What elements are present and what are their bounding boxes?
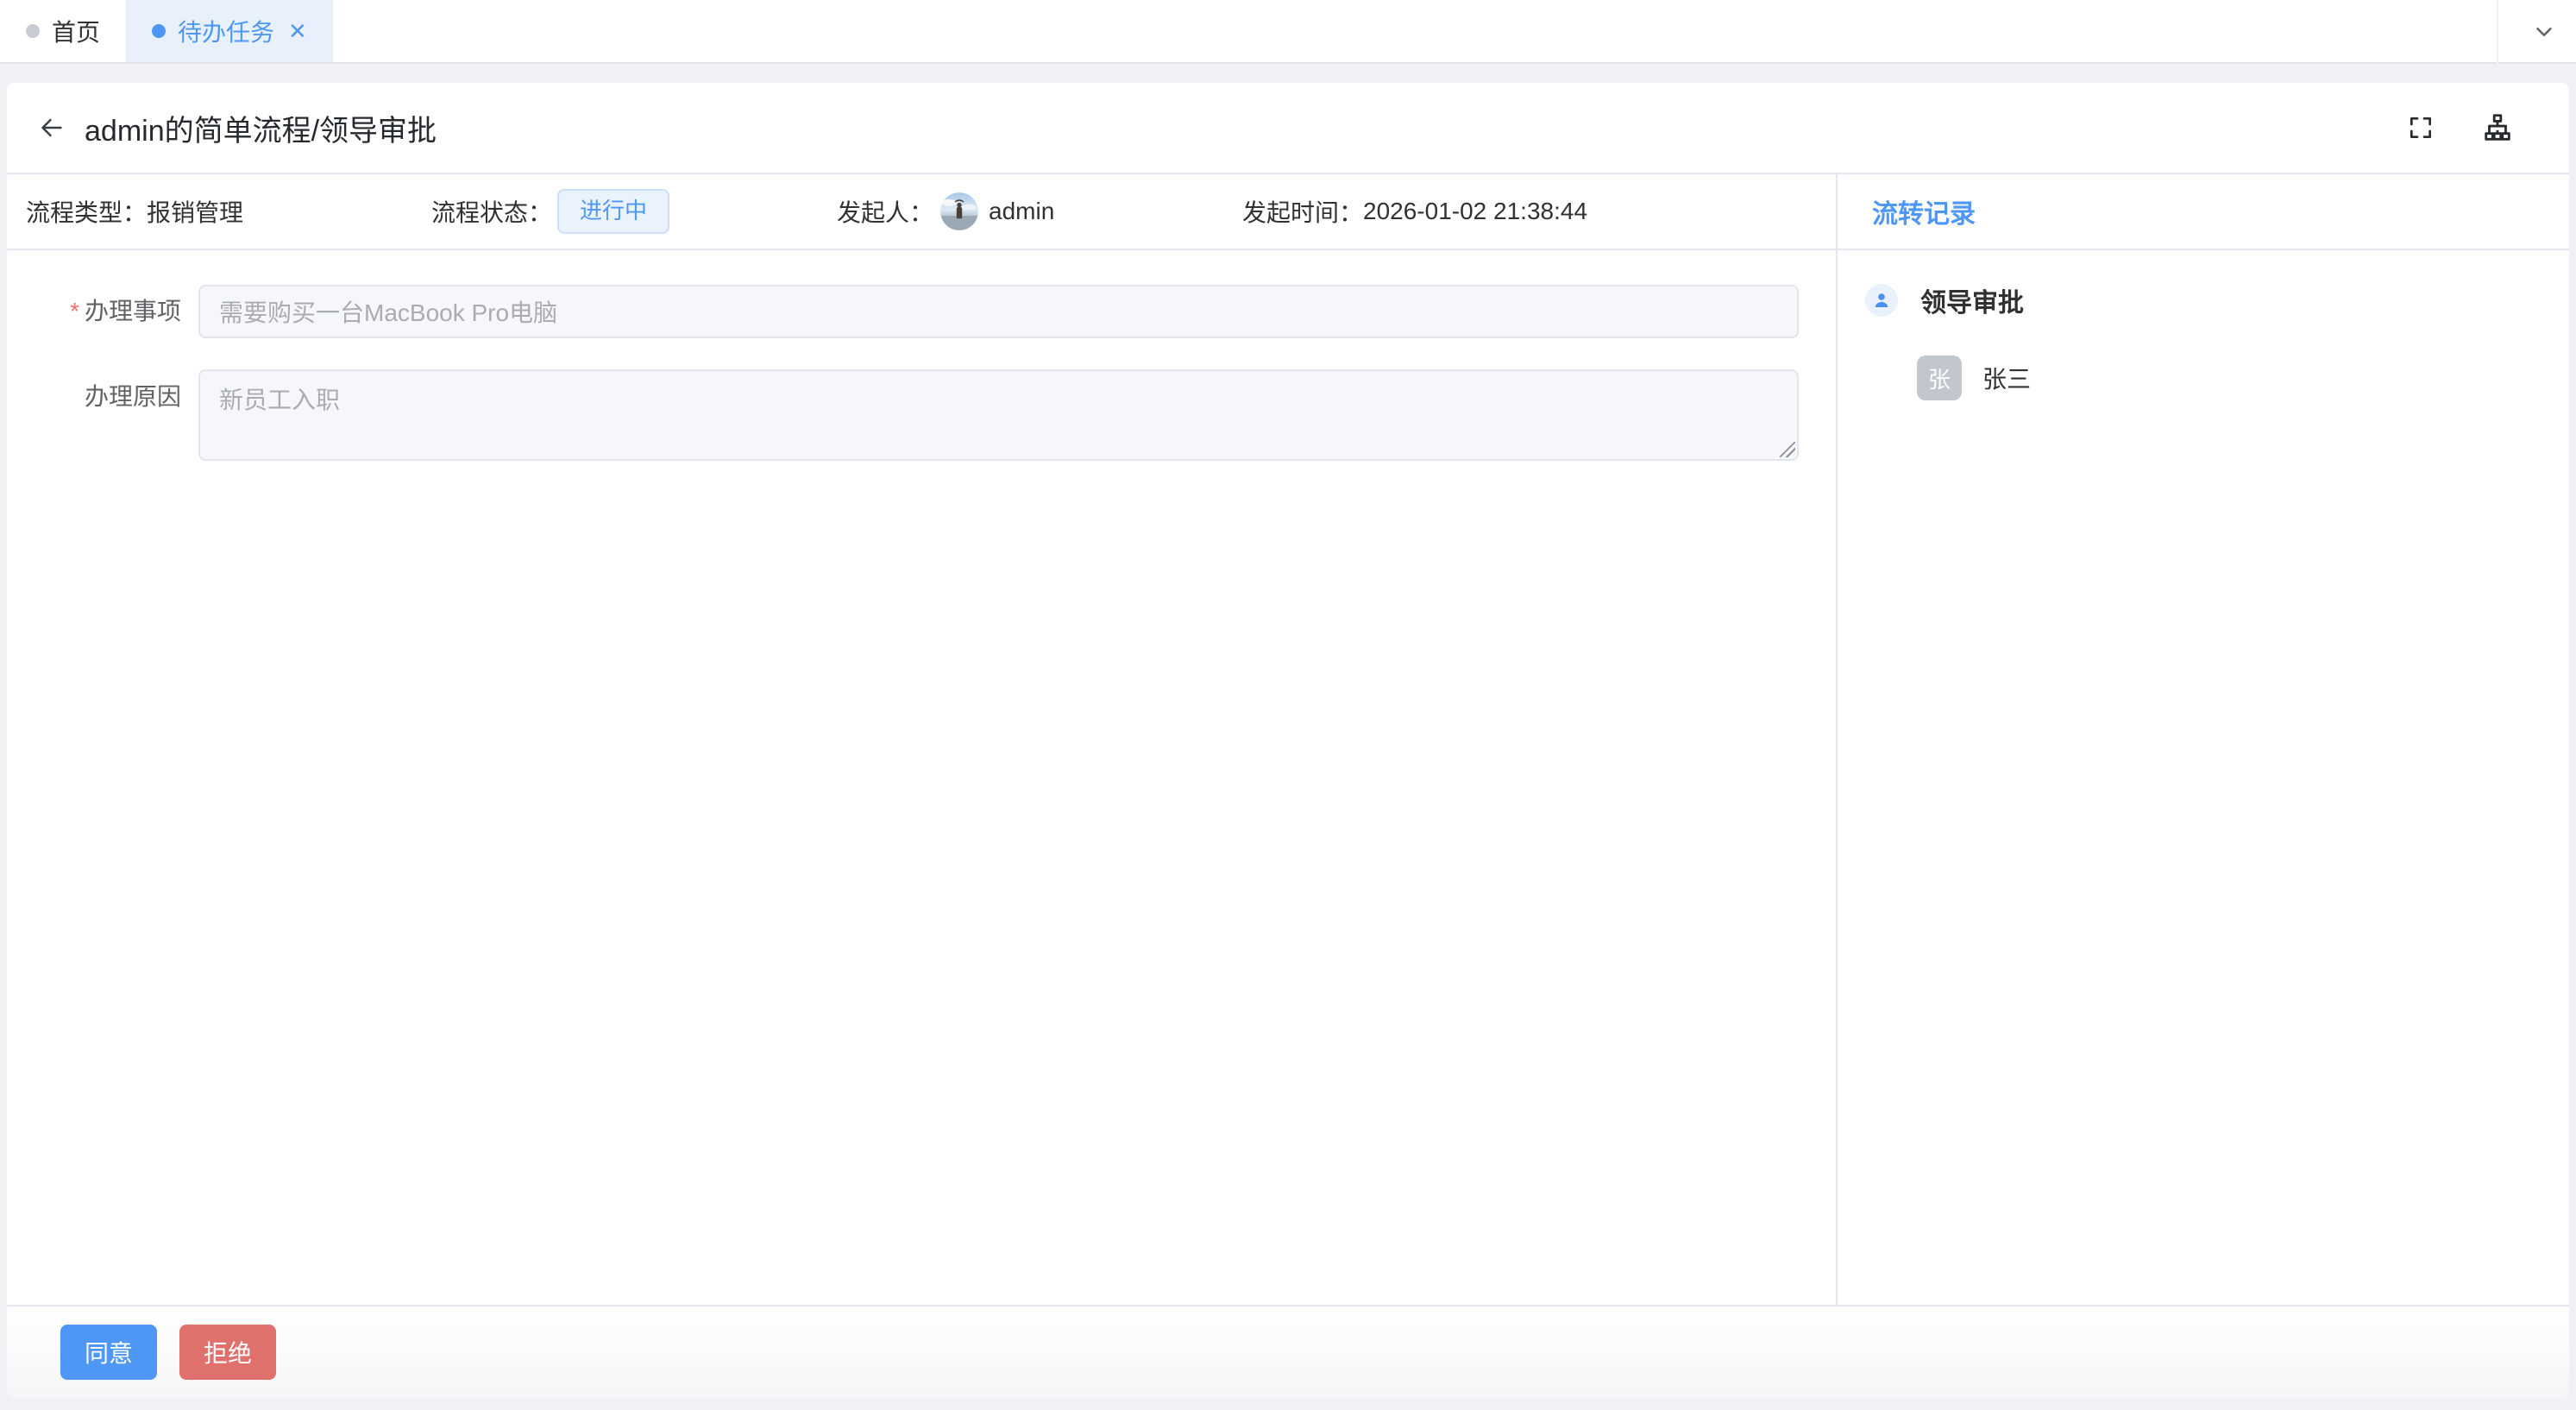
matter-input[interactable] — [198, 285, 1799, 338]
meta-start-time: 发起时间： 2026-01-02 21:38:44 — [1242, 194, 1836, 229]
tab-bar: 首页 待办任务 ✕ — [0, 0, 2576, 64]
flow-record-node: 领导审批 — [1865, 281, 2569, 319]
assignee-name: 张三 — [1982, 366, 2032, 393]
meta-label: 流程状态： — [431, 199, 553, 226]
tab-home[interactable]: 首页 — [0, 0, 126, 62]
meta-value: 2026-01-02 21:38:44 — [1363, 198, 1588, 224]
card-header: admin的简单流程/领导审批 — [7, 83, 2569, 174]
form-row-matter: * 办理事项 — [7, 285, 1836, 338]
form-row-reason: 办理原因 新员工入职 — [7, 369, 1836, 461]
textarea-resize-handle[interactable] — [1780, 442, 1795, 457]
node-title: 领导审批 — [1920, 289, 2024, 318]
status-badge: 进行中 — [557, 189, 670, 234]
page-title: admin的简单流程/领导审批 — [85, 114, 437, 148]
flow-record-panel: 流转记录 领导审批 张 张三 — [1836, 174, 2569, 1305]
task-detail-card: admin的简单流程/领导审批 流程类型： 报销管理 流程状态： 进行中 发起人… — [7, 83, 2569, 1398]
panel-title: 流转记录 — [1872, 200, 1976, 229]
action-footer: 同意 拒绝 — [7, 1305, 2569, 1398]
tab-todo-tasks[interactable]: 待办任务 ✕ — [126, 0, 333, 62]
approve-button[interactable]: 同意 — [60, 1325, 158, 1380]
meta-label: 发起人： — [837, 199, 934, 226]
chevron-down-icon[interactable] — [2531, 19, 2557, 45]
reason-textarea[interactable]: 新员工入职 — [198, 369, 1799, 461]
panel-header: 流转记录 — [1838, 174, 2569, 250]
tab-label: 首页 — [52, 19, 101, 46]
required-marker: * — [70, 298, 79, 324]
meta-value: 报销管理 — [147, 199, 244, 226]
assignee-item: 张 张三 — [1917, 356, 2569, 400]
tab-label: 待办任务 — [178, 19, 275, 46]
meta-process-status: 流程状态： 进行中 — [431, 189, 837, 234]
field-label: * 办理事项 — [70, 298, 181, 324]
assignee-avatar: 张 — [1917, 356, 1962, 400]
meta-process-type: 流程类型： 报销管理 — [26, 194, 431, 229]
tab-status-dot — [26, 24, 40, 38]
process-meta-row: 流程类型： 报销管理 流程状态： 进行中 发起人： admin 发起时间： 20… — [7, 174, 1836, 250]
tabbar-divider — [2497, 0, 2498, 64]
meta-label: 发起时间： — [1242, 199, 1364, 226]
field-label: 办理原因 — [84, 383, 181, 410]
meta-initiator: 发起人： admin — [837, 192, 1242, 230]
tab-close-icon[interactable]: ✕ — [288, 20, 307, 42]
tab-status-dot — [152, 24, 166, 38]
meta-label: 流程类型： — [26, 199, 148, 226]
fullscreen-icon[interactable] — [2407, 114, 2435, 142]
user-icon — [1865, 284, 1898, 317]
avatar — [940, 192, 979, 230]
task-form: *办理事项 办理原因 新员工入职 — [7, 250, 1836, 1305]
back-arrow-icon[interactable] — [36, 112, 67, 143]
reject-button[interactable]: 拒绝 — [179, 1325, 277, 1380]
meta-value: admin — [989, 198, 1055, 224]
flow-chart-icon[interactable] — [2481, 111, 2514, 144]
